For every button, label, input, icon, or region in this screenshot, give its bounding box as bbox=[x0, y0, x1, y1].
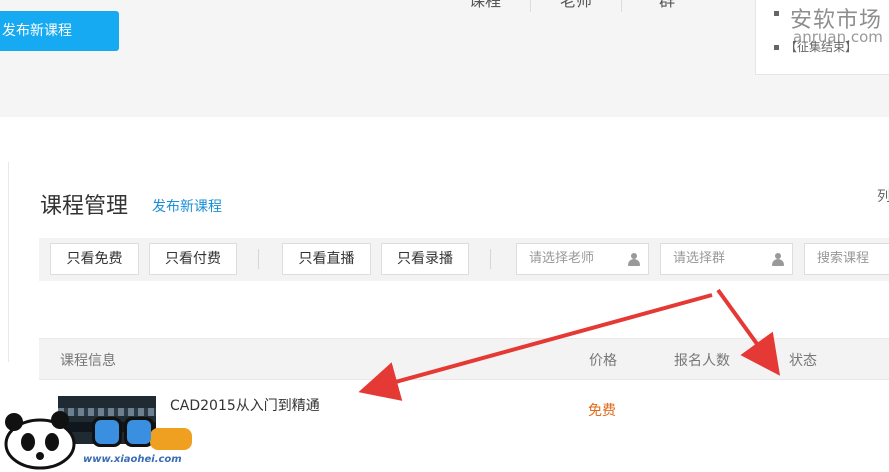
watermark-domain: anruan.com bbox=[793, 28, 883, 46]
search-input[interactable]: 搜索课程 bbox=[804, 243, 889, 275]
divider bbox=[490, 249, 491, 269]
column-price: 价格 bbox=[589, 353, 617, 369]
bullet-icon bbox=[774, 45, 779, 50]
list-view-toggle[interactable]: 列 bbox=[877, 186, 889, 206]
tab-group[interactable]: 群 bbox=[622, 0, 712, 12]
tab-teacher[interactable]: 老师 bbox=[531, 0, 622, 12]
notice-item[interactable] bbox=[774, 6, 785, 20]
user-icon bbox=[628, 253, 640, 266]
bullet-icon bbox=[774, 11, 779, 16]
filter-bar: 只看免费 只看付费 只看直播 只看录播 请选择老师 请选择群 搜索课程 bbox=[39, 238, 889, 281]
group-select[interactable]: 请选择群 bbox=[660, 243, 793, 275]
divider bbox=[258, 249, 259, 269]
column-course-info: 课程信息 bbox=[60, 353, 116, 369]
group-icon bbox=[772, 253, 784, 266]
filter-recorded-button[interactable]: 只看录播 bbox=[381, 243, 469, 275]
watermark-logo-url: www.xiaohei.com bbox=[83, 454, 182, 465]
filter-free-button[interactable]: 只看免费 bbox=[50, 243, 139, 275]
teacher-select[interactable]: 请选择老师 bbox=[516, 243, 649, 275]
column-enrolled: 报名人数 bbox=[674, 353, 730, 369]
publish-course-link[interactable]: 发布新课程 bbox=[152, 196, 222, 216]
page-title: 课程管理 bbox=[40, 194, 129, 219]
tab-course[interactable]: 课程 bbox=[440, 0, 531, 12]
top-nav: 课程 老师 群 bbox=[440, 0, 712, 12]
filter-paid-button[interactable]: 只看付费 bbox=[149, 243, 237, 275]
table-header: 课程信息 价格 报名人数 状态 bbox=[39, 338, 889, 380]
left-divider bbox=[8, 162, 9, 362]
column-status: 状态 bbox=[789, 353, 817, 369]
filter-live-button[interactable]: 只看直播 bbox=[282, 243, 371, 275]
publish-course-button-top[interactable]: 发布新课程 bbox=[0, 11, 119, 51]
course-price: 免费 bbox=[588, 403, 616, 419]
